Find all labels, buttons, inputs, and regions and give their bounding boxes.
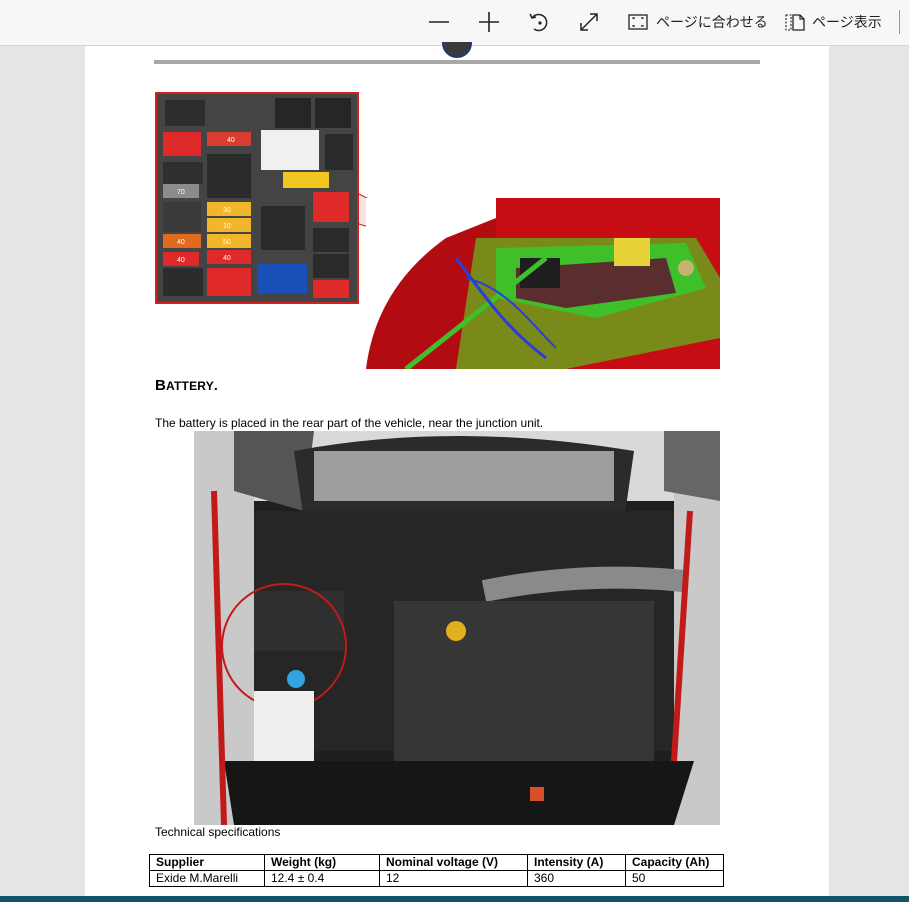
fuse-label: 40 xyxy=(227,137,235,144)
fuse-label: 50 xyxy=(223,239,231,246)
engine-bay-illustration xyxy=(366,198,720,369)
table-cell: 50 xyxy=(625,870,724,887)
pdf-page: 40 70 40 30 10 50 40 40 BATTERY. The bat… xyxy=(85,42,829,896)
page-view-label: ページ表示 xyxy=(812,14,882,30)
fit-page-button[interactable]: ページに合わせる xyxy=(626,8,768,36)
brand-logo xyxy=(442,42,472,58)
column-header: Nominal voltage (V) xyxy=(379,854,528,871)
fit-page-icon xyxy=(628,14,648,30)
fullscreen-button[interactable] xyxy=(574,8,604,36)
fuse-label: 70 xyxy=(177,189,185,196)
zoom-in-button[interactable] xyxy=(474,8,504,36)
column-header: Supplier xyxy=(149,854,265,871)
fit-page-label: ページに合わせる xyxy=(656,14,768,30)
plus-icon xyxy=(479,12,499,32)
table-cell: 12 xyxy=(379,870,528,887)
expand-diagonal-icon xyxy=(580,13,598,31)
rotate-icon xyxy=(529,13,548,32)
section-heading: BATTERY. xyxy=(155,377,218,394)
fuse-box-photo: 40 70 40 30 10 50 40 40 xyxy=(155,92,359,304)
rotate-button[interactable] xyxy=(524,8,554,36)
column-header: Intensity (A) xyxy=(527,854,626,871)
fuse-label: 40 xyxy=(177,239,185,246)
column-header: Weight (kg) xyxy=(264,854,380,871)
battery-description: The battery is placed in the rear part o… xyxy=(155,416,544,430)
table-cell: Exide M.Marelli xyxy=(149,870,265,887)
page-view-button[interactable]: ページ表示 xyxy=(784,8,882,36)
fuse-label: 10 xyxy=(223,223,231,230)
fuse-label: 30 xyxy=(223,207,231,214)
engine-compartment-photo xyxy=(194,431,720,825)
fuse-label: 40 xyxy=(223,255,231,262)
zoom-out-button[interactable] xyxy=(424,8,454,36)
header-rule xyxy=(154,60,760,64)
specs-caption: Technical specifications xyxy=(155,825,281,839)
taskbar-edge xyxy=(0,896,909,902)
pdf-viewer-toolbar: ページに合わせる ページ表示 xyxy=(0,0,909,46)
table-row: Exide M.Marelli 12.4 ± 0.4 12 360 50 xyxy=(149,870,724,887)
minus-icon xyxy=(429,21,449,23)
column-header: Capacity (Ah) xyxy=(625,854,724,871)
heading-period: . xyxy=(213,377,219,393)
table-cell: 12.4 ± 0.4 xyxy=(264,870,380,887)
table-cell: 360 xyxy=(527,870,626,887)
toolbar-divider xyxy=(899,10,900,34)
heading-rest: ATTERY xyxy=(166,379,214,393)
table-header-row: Supplier Weight (kg) Nominal voltage (V)… xyxy=(149,854,724,871)
fuse-label: 40 xyxy=(177,257,185,264)
heading-initial: B xyxy=(155,377,167,394)
page-view-icon xyxy=(785,14,805,31)
technical-specs-table: Supplier Weight (kg) Nominal voltage (V)… xyxy=(149,854,724,887)
